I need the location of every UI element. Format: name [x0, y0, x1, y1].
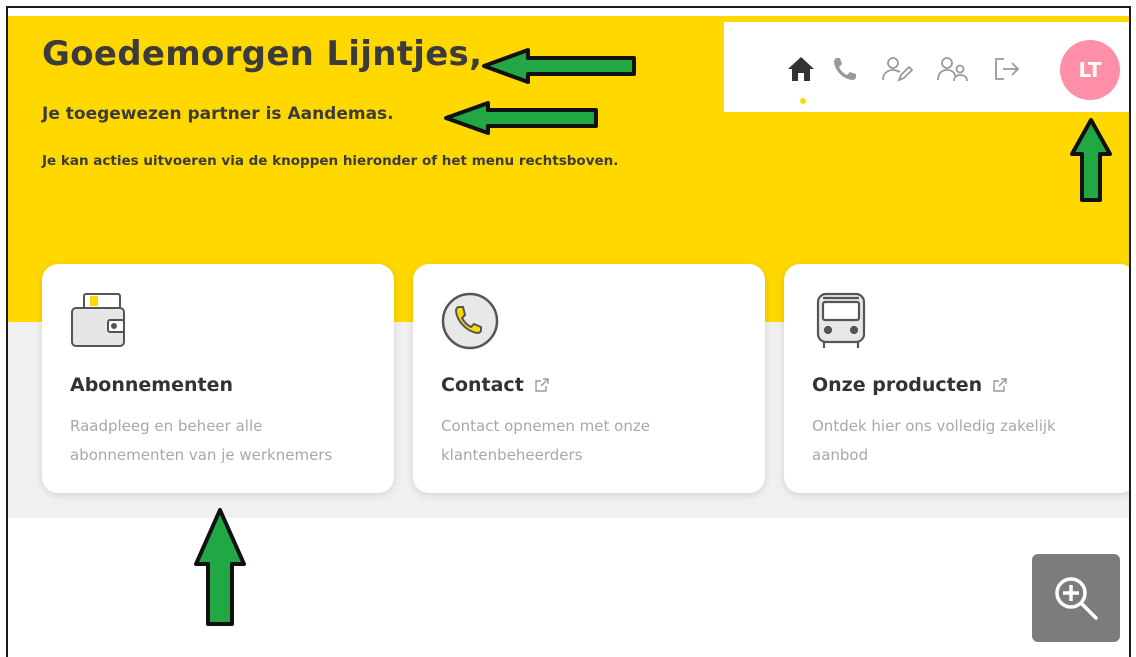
annotation-arrow-left: [482, 48, 636, 84]
card-title-text: Onze producten: [812, 374, 983, 396]
card-title: Onze producten: [812, 374, 1008, 396]
greeting-title: Goedemorgen Lijntjes,: [42, 34, 483, 74]
card-description: Ontdek hier ons volledig zakelijk aanbod: [812, 417, 1056, 464]
phone-icon[interactable]: [828, 52, 862, 86]
card-title: Abonnementen: [70, 374, 233, 396]
user-avatar[interactable]: LT: [1060, 40, 1120, 100]
zoom-in-icon: [1055, 577, 1098, 620]
page-frame: Goedemorgen Lijntjes, Je toegewezen part…: [6, 6, 1131, 657]
card-description: Raadpleeg en beheer alle abonnementen va…: [70, 417, 333, 464]
card-producten[interactable]: Onze producten Ontdek hier ons volledig …: [784, 264, 1129, 493]
external-link-icon: [993, 378, 1007, 392]
users-icon[interactable]: [936, 52, 970, 86]
phone-circle-icon: [439, 290, 501, 352]
external-link-icon: [535, 378, 549, 392]
active-indicator: [800, 98, 806, 104]
annotation-arrow-left: [444, 101, 598, 135]
card-title-text: Abonnementen: [70, 374, 234, 396]
annotation-arrow-up: [1070, 118, 1112, 202]
card-description: Contact opnemen met onze klantenbeheerde…: [441, 417, 650, 464]
partner-text: Je toegewezen partner is Aandemas.: [42, 104, 394, 124]
user-edit-icon[interactable]: [880, 52, 914, 86]
wallet-icon: [68, 290, 130, 352]
hint-text: Je kan acties uitvoeren via de knoppen h…: [42, 153, 619, 169]
zoom-button[interactable]: [1032, 554, 1120, 642]
top-nav: LT: [724, 22, 1129, 112]
home-icon[interactable]: [784, 52, 818, 86]
annotation-arrow-up: [194, 508, 246, 626]
logout-icon[interactable]: [990, 52, 1024, 86]
card-title: Contact: [441, 374, 550, 396]
bus-icon: [810, 290, 872, 352]
card-contact[interactable]: Contact Contact opnemen met onze klanten…: [413, 264, 765, 493]
card-title-text: Contact: [441, 374, 524, 396]
card-abonnementen[interactable]: Abonnementen Raadpleeg en beheer alle ab…: [42, 264, 394, 493]
